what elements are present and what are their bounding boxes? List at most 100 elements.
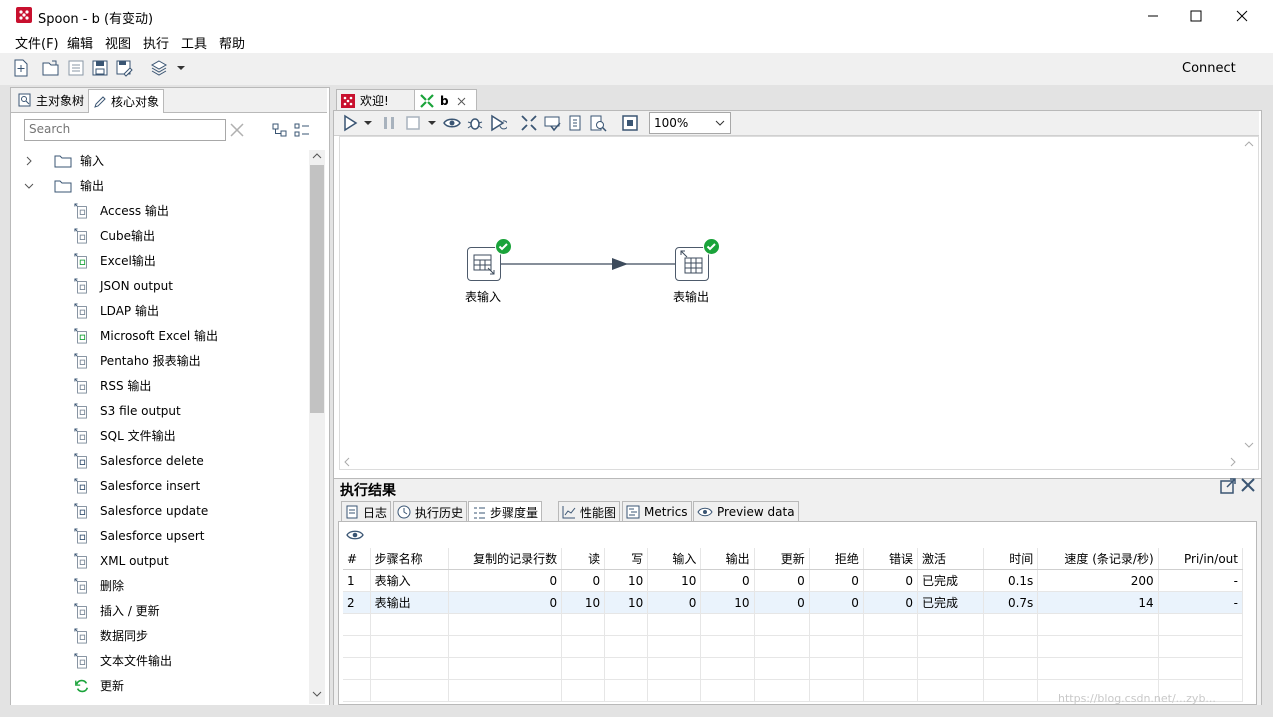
tree-item-label: Excel输出 <box>100 254 156 268</box>
tree-item-output-step[interactable]: Salesforce upsert <box>74 523 204 548</box>
column-header[interactable]: 错误 <box>863 548 919 570</box>
search-input[interactable] <box>25 120 223 138</box>
preview-eye-icon[interactable] <box>443 114 461 132</box>
maximize-panel-icon[interactable] <box>1219 477 1237 495</box>
pause-icon[interactable] <box>380 114 398 132</box>
stop-icon[interactable] <box>404 114 422 132</box>
chevron-down-icon[interactable] <box>176 63 186 73</box>
new-file-icon[interactable] <box>12 59 30 77</box>
tree-item-output-step[interactable]: JSON output <box>74 273 173 298</box>
tab-core-objects[interactable]: 核心对象 <box>88 89 165 113</box>
menu-run[interactable]: 执行 <box>143 33 169 52</box>
column-header[interactable]: 输出 <box>700 548 755 570</box>
menu-file[interactable]: 文件(F) <box>15 33 59 52</box>
save-icon[interactable] <box>91 59 109 77</box>
zoom-select[interactable]: 100% <box>649 112 731 134</box>
column-header[interactable]: 激活 <box>917 548 985 570</box>
tab-preview-data[interactable]: Preview data <box>693 501 799 523</box>
expand-all-icon[interactable] <box>294 122 310 138</box>
tree-item-output-step[interactable]: Salesforce insert <box>74 473 200 498</box>
menu-help[interactable]: 帮助 <box>219 33 245 52</box>
chevron-right-icon[interactable] <box>24 156 34 166</box>
column-header[interactable]: 拒绝 <box>809 548 864 570</box>
connect-button[interactable]: Connect <box>1182 61 1236 76</box>
tree-item-output-step[interactable]: Access 输出 <box>74 198 169 223</box>
table-row[interactable]: 1 表输入 0 0 10 10 0 0 0 0 已完成 0.1s 200- <box>343 569 1244 592</box>
impact-analysis-icon[interactable] <box>543 114 561 132</box>
tree-item-output-step[interactable]: XML output <box>74 548 169 573</box>
tab-welcome[interactable]: 欢迎! <box>336 89 418 111</box>
column-header[interactable]: 输入 <box>647 548 702 570</box>
canvas-scroll-up-icon[interactable] <box>1243 139 1255 149</box>
tree-item-output-step[interactable]: Pentaho 报表输出 <box>74 348 201 373</box>
tab-execution-history[interactable]: 执行历史 <box>393 501 468 523</box>
hop-arrow[interactable] <box>500 255 680 275</box>
column-header[interactable]: 复制的记录行数 <box>448 548 563 570</box>
tree-folder-input[interactable]: 输入 <box>18 148 308 173</box>
column-header[interactable]: 读 <box>561 548 606 570</box>
tree-folder-output[interactable]: 输出 <box>18 173 308 198</box>
canvas-scroll-left-icon[interactable] <box>342 456 352 468</box>
close-panel-icon[interactable] <box>1240 477 1256 493</box>
column-header[interactable]: 更新 <box>754 548 810 570</box>
tree-item-output-step[interactable]: LDAP 输出 <box>74 298 159 323</box>
column-header[interactable]: 时间 <box>983 548 1039 570</box>
show-results-icon[interactable] <box>621 114 639 132</box>
minimize-button[interactable] <box>1130 0 1176 31</box>
column-header[interactable]: 速度 (条记录/秒) <box>1037 548 1159 570</box>
chevron-down-icon[interactable] <box>24 181 34 191</box>
run-icon[interactable] <box>341 114 359 132</box>
stop-options-chevron-icon[interactable] <box>427 118 437 128</box>
column-header[interactable]: 写 <box>604 548 649 570</box>
save-as-icon[interactable] <box>115 59 133 77</box>
clear-search-icon[interactable] <box>229 122 245 138</box>
tab-step-metrics[interactable]: 步骤度量 <box>468 501 543 523</box>
tree-item-output-step[interactable]: 插入 / 更新 <box>74 598 160 623</box>
tree-item-output-step[interactable]: S3 file output <box>74 398 181 423</box>
tree-item-output-step[interactable]: RSS 输出 <box>74 373 151 398</box>
chevron-down-icon <box>715 120 725 126</box>
table-row[interactable]: 2 表输出 0 10 10 0 10 0 0 0 已完成 0.7s 14- <box>343 591 1244 614</box>
tab-log[interactable]: 日志 <box>341 501 392 523</box>
collapse-all-icon[interactable] <box>272 122 288 138</box>
tree-item-output-step[interactable]: Cube输出 <box>74 223 155 248</box>
canvas-scroll-down-icon[interactable] <box>1243 440 1255 450</box>
menu-tools[interactable]: 工具 <box>181 33 207 52</box>
tab-transformation-b[interactable]: b <box>414 89 477 112</box>
canvas-scroll-right-icon[interactable] <box>1228 456 1238 468</box>
tree-item-output-step[interactable]: 数据同步 <box>74 623 148 648</box>
tree-item-output-step[interactable]: 文本文件输出 <box>74 648 172 673</box>
close-button[interactable] <box>1219 0 1265 31</box>
open-file-icon[interactable] <box>42 59 60 77</box>
scroll-down-icon[interactable] <box>311 690 323 698</box>
tree-item-output-step[interactable]: Excel输出 <box>74 248 156 273</box>
table-cell: 0 <box>754 591 810 614</box>
menu-view[interactable]: 视图 <box>105 33 131 52</box>
tab-main-object-tree[interactable]: 主对象树 <box>14 89 88 111</box>
tab-metrics[interactable]: Metrics <box>622 501 692 523</box>
column-header[interactable]: 步骤名称 <box>370 548 449 570</box>
close-tab-icon[interactable] <box>457 97 466 106</box>
sql-script-icon[interactable] <box>566 114 584 132</box>
tree-item-output-step[interactable]: Microsoft Excel 输出 <box>74 323 218 348</box>
tree-item-output-step[interactable]: 更新 <box>74 673 124 698</box>
verify-icon[interactable] <box>520 114 538 132</box>
tree-item-output-step[interactable]: SQL 文件输出 <box>74 423 176 448</box>
explore-db-icon[interactable] <box>589 114 607 132</box>
tree-item-output-step[interactable]: 删除 <box>74 573 124 598</box>
tree-item-output-step[interactable]: Salesforce delete <box>74 448 204 473</box>
maximize-button[interactable] <box>1173 0 1219 31</box>
run-options-chevron-icon[interactable] <box>363 118 373 128</box>
replay-icon[interactable] <box>489 114 507 132</box>
show-active-steps-eye-icon[interactable] <box>346 528 364 542</box>
explore-repository-icon[interactable] <box>67 59 85 77</box>
debug-bug-icon[interactable] <box>466 114 484 132</box>
column-header[interactable]: # <box>343 548 371 570</box>
left-panel-scroll-thumb[interactable] <box>310 165 324 413</box>
tree-item-output-step[interactable]: Salesforce update <box>74 498 208 523</box>
tab-performance-graph[interactable]: 性能图 <box>558 501 621 523</box>
column-header[interactable]: Pri/in/out <box>1158 548 1244 570</box>
perspective-layers-icon[interactable] <box>150 59 168 77</box>
scroll-up-icon[interactable] <box>311 152 323 160</box>
menu-edit[interactable]: 编辑 <box>67 33 93 52</box>
